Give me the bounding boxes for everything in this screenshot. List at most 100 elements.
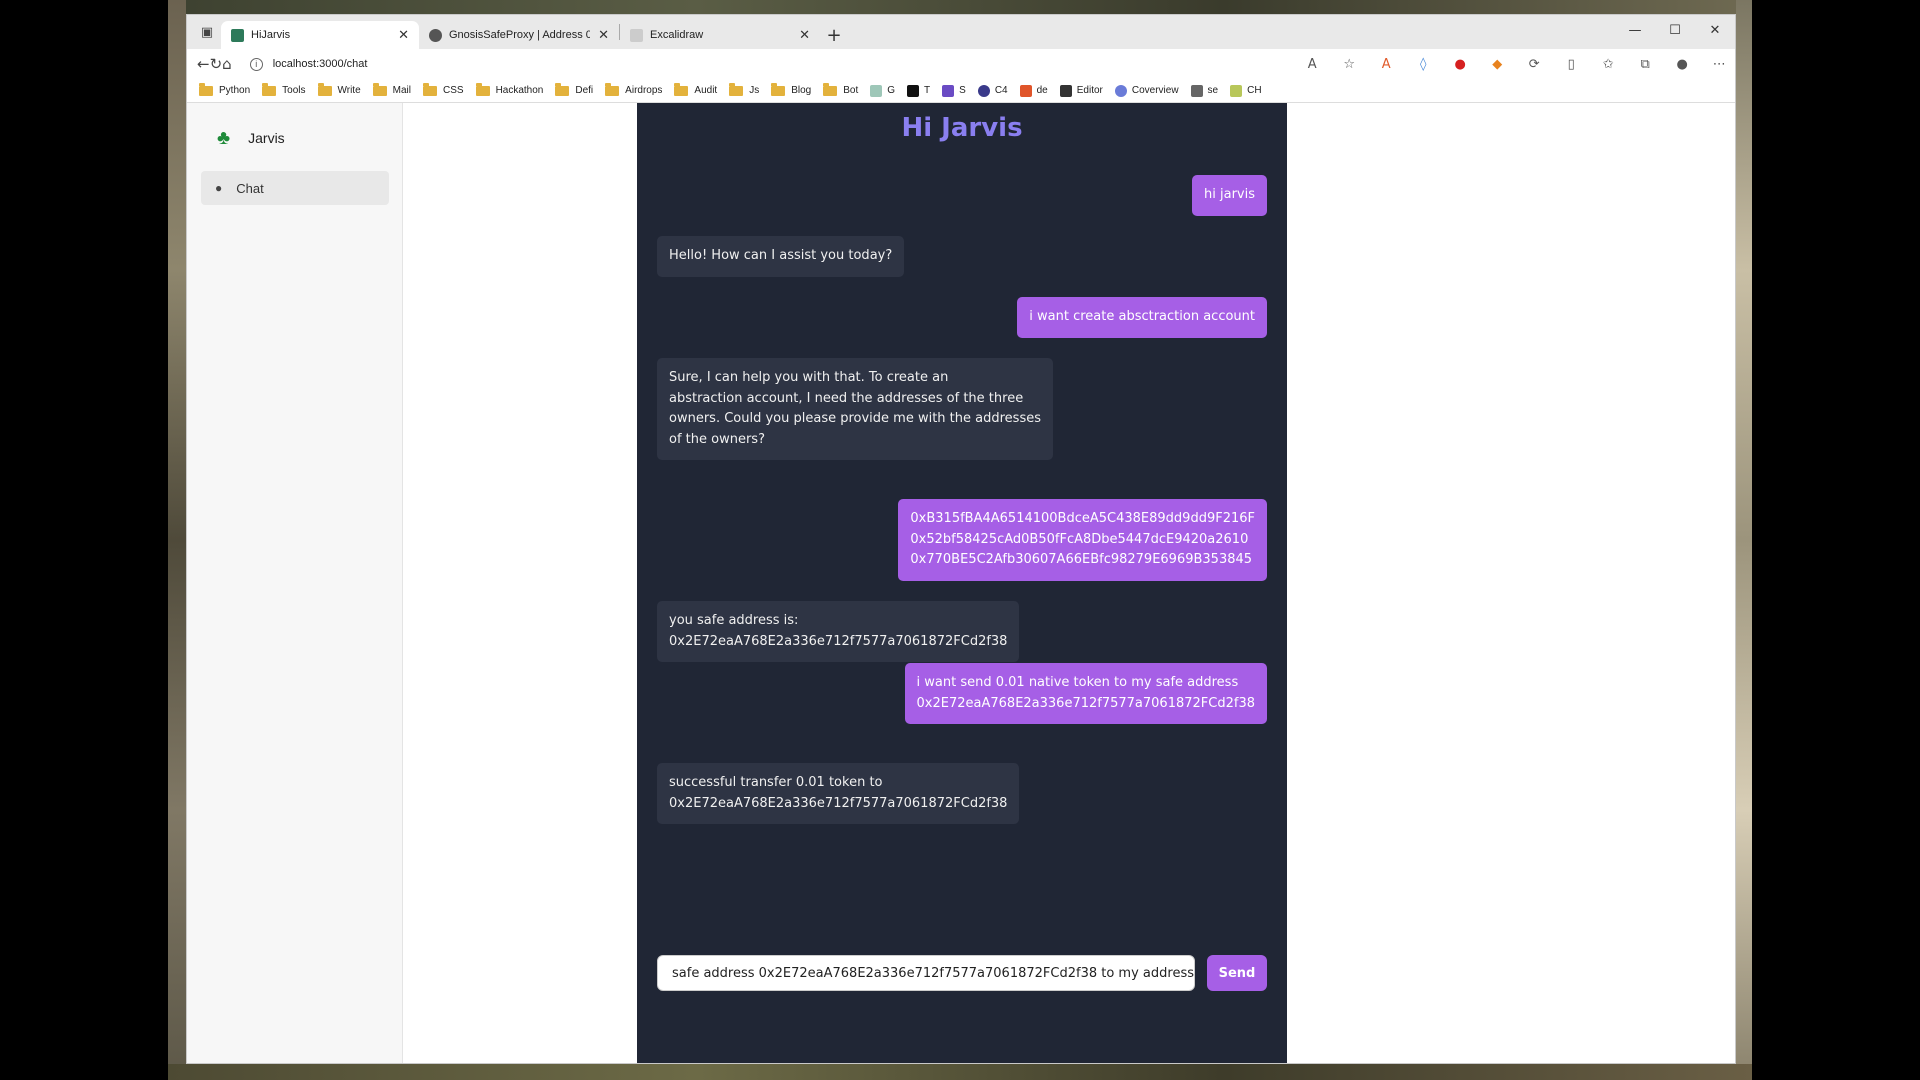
bookmark-mail[interactable]: Mail: [372, 82, 411, 96]
wallpaper-left-strip: [168, 0, 186, 1080]
bookmark-label: Bot: [843, 85, 859, 96]
new-tab-plus-icon[interactable]: +: [820, 21, 848, 49]
wallpaper-top-strip: [168, 0, 1752, 14]
favorites-icon[interactable]: ✩: [1590, 51, 1627, 77]
bookmark-airdrops[interactable]: Airdrops: [605, 82, 663, 96]
bookmark-js[interactable]: Js: [729, 82, 759, 96]
refresh-extension-icon[interactable]: ⟳: [1516, 51, 1553, 77]
ethereum-icon: [942, 84, 955, 97]
bookmark-c4[interactable]: C4: [977, 84, 1008, 97]
bookmark-t[interactable]: T: [907, 84, 931, 97]
window-controls: — ☐ ✕: [1615, 15, 1735, 45]
bot-message: Hello! How can I assist you today?: [657, 236, 905, 277]
sidebar-item-label: Chat: [236, 180, 264, 196]
bookmark-write[interactable]: Write: [317, 82, 361, 96]
address-bar[interactable]: i localhost:3000/chat: [240, 51, 1280, 77]
tab-label: Excalidraw: [650, 29, 704, 41]
bookmark-label: Write: [337, 85, 361, 96]
tab-actions-icon[interactable]: ▣: [193, 15, 221, 49]
home-icon[interactable]: ⌂: [222, 51, 232, 77]
bookmark-s[interactable]: S: [942, 84, 966, 97]
ch-site-icon: [1230, 84, 1243, 97]
bookmark-editor[interactable]: Editor: [1059, 84, 1103, 97]
bookmark-label: G: [887, 85, 896, 96]
de-site-icon: [1019, 84, 1032, 97]
user-message: 0xB315fBA4A6514100BdceA5C438E89dd9dd9F21…: [898, 499, 1267, 581]
bookmark-se[interactable]: se: [1190, 84, 1218, 97]
bookmark-label: Tools: [282, 85, 306, 96]
bookmark-g[interactable]: G: [870, 84, 896, 97]
bookmark-label: Airdrops: [625, 85, 663, 96]
bookmark-de[interactable]: de: [1019, 84, 1048, 97]
bookmark-defi[interactable]: Defi: [555, 82, 594, 96]
user-message: i want send 0.01 native token to my safe…: [904, 663, 1267, 724]
bookmark-css[interactable]: CSS: [423, 82, 464, 96]
wallpaper-right-strip: [1736, 0, 1752, 1080]
editor-site-icon: [1059, 84, 1072, 97]
split-screen-icon[interactable]: ▯: [1553, 51, 1590, 77]
extension-a-icon[interactable]: A: [1368, 51, 1405, 77]
extension-opera-icon[interactable]: ●: [1442, 51, 1479, 77]
read-aloud-icon[interactable]: A: [1294, 51, 1331, 77]
folder-icon: [372, 82, 387, 96]
more-menu-icon[interactable]: ⋯: [1701, 51, 1735, 77]
jarvis-favicon-icon: [231, 28, 244, 42]
bookmark-label: S: [959, 85, 966, 96]
tab-gnosis[interactable]: GnosisSafeProxy | Address 0x2E7 ✕: [419, 21, 619, 49]
folder-icon: [199, 82, 213, 96]
refresh-icon[interactable]: ↻: [210, 51, 223, 77]
bookmark-bot[interactable]: Bot: [823, 82, 859, 96]
left-black-bar: [0, 0, 168, 1080]
site-info-icon[interactable]: i: [249, 57, 263, 71]
bookmark-label: Mail: [392, 85, 411, 96]
right-black-bar: [1752, 0, 1920, 1080]
extension-drop-icon[interactable]: ◊: [1405, 51, 1442, 77]
bookmark-blog[interactable]: Blog: [771, 82, 812, 96]
chat-input-value: safe address 0x2E72eaA768E2a336e712f7577…: [672, 965, 1194, 981]
metamask-fox-icon[interactable]: ◆: [1479, 51, 1516, 77]
bookmark-label: Python: [219, 85, 251, 96]
bookmark-label: Defi: [575, 85, 594, 96]
c4-site-icon: [977, 84, 990, 97]
browser-window: ▣ HiJarvis ✕ GnosisSafeProxy | Address 0…: [186, 14, 1736, 1064]
left-gutter: [403, 103, 637, 1063]
bookmark-label: Blog: [791, 85, 812, 96]
bookmarks-bar: Python Tools Write Mail CSS Hackathon De…: [187, 79, 1735, 103]
tab-hijarvis[interactable]: HiJarvis ✕: [221, 21, 419, 49]
bot-message: successful transfer 0.01 token to 0x2E72…: [657, 763, 1020, 824]
chat-bot-icon: ●: [215, 181, 223, 195]
back-arrow-icon[interactable]: ←: [197, 51, 210, 77]
folder-icon: [605, 82, 620, 96]
bookmark-hackathon[interactable]: Hackathon: [475, 82, 544, 96]
tab-excalidraw[interactable]: Excalidraw ✕: [620, 21, 820, 49]
send-button[interactable]: Send: [1207, 955, 1267, 991]
bookmark-label: Hackathon: [495, 85, 544, 96]
chat-title: Hi Jarvis: [901, 113, 1023, 143]
folder-icon: [729, 82, 744, 96]
wallpaper-bottom-strip: [168, 1064, 1752, 1080]
favorite-star-icon[interactable]: ☆: [1331, 51, 1368, 77]
bookmark-python[interactable]: Python: [199, 82, 251, 96]
profile-avatar-icon[interactable]: ●: [1664, 51, 1701, 77]
collections-icon[interactable]: ⧉: [1627, 51, 1664, 77]
close-icon[interactable]: ✕: [799, 27, 810, 43]
bookmark-audit[interactable]: Audit: [674, 82, 717, 96]
folder-icon: [555, 82, 570, 96]
bookmark-tools[interactable]: Tools: [262, 82, 306, 96]
close-icon[interactable]: ✕: [598, 27, 609, 43]
bookmark-ch[interactable]: CH: [1230, 84, 1262, 97]
brand-name: Jarvis: [248, 130, 285, 146]
bookmark-label: T: [924, 85, 931, 96]
bot-message: Sure, I can help you with that. To creat…: [657, 358, 1053, 460]
g-site-icon: [870, 84, 883, 97]
bookmark-coverview[interactable]: Coverview: [1114, 84, 1179, 97]
brand[interactable]: ♣ Jarvis: [187, 125, 402, 151]
tab-label: GnosisSafeProxy | Address 0x2E7: [449, 29, 590, 41]
chat-input[interactable]: safe address 0x2E72eaA768E2a336e712f7577…: [657, 955, 1195, 991]
minimize-icon[interactable]: —: [1615, 15, 1655, 45]
close-icon[interactable]: ✕: [398, 27, 409, 43]
maximize-icon[interactable]: ☐: [1655, 15, 1695, 45]
sidebar-item-chat[interactable]: ● Chat: [201, 171, 389, 205]
close-window-icon[interactable]: ✕: [1695, 15, 1735, 45]
octopus-logo-icon: ♣: [217, 126, 231, 149]
